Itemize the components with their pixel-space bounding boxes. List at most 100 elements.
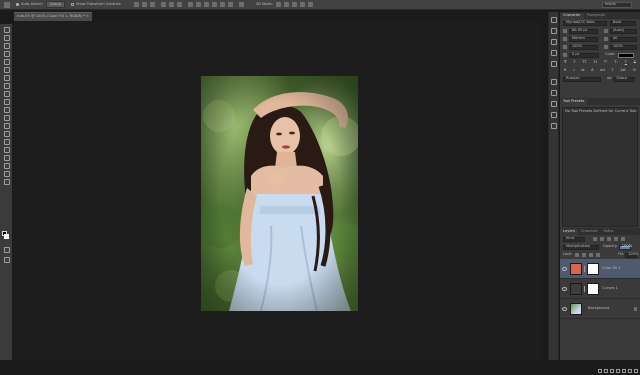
document-image[interactable] bbox=[201, 76, 358, 311]
leading-field[interactable]: (Auto) bbox=[609, 28, 638, 34]
blur-tool-icon[interactable] bbox=[3, 122, 10, 129]
styles-panel-icon[interactable] bbox=[550, 79, 557, 85]
swash-button[interactable]: A bbox=[591, 69, 593, 73]
tool-presets-list[interactable]: No Tool Presets Defined for Current Tool… bbox=[562, 107, 638, 227]
mask-link-icon[interactable] bbox=[584, 285, 586, 292]
layer-filter-kind[interactable]: Kind bbox=[563, 236, 585, 242]
document-tab[interactable]: tuts-05 @ 100% (Color Fill 1, RGB/8) * × bbox=[14, 12, 92, 21]
path-select-tool-icon[interactable] bbox=[3, 154, 10, 161]
all-caps-button[interactable]: TT bbox=[582, 61, 586, 65]
tab-tool-presets[interactable]: Tool Presets bbox=[560, 99, 588, 105]
visibility-eye-icon[interactable] bbox=[562, 266, 567, 271]
tracking-field[interactable]: 40 bbox=[609, 36, 638, 42]
crop-tool-icon[interactable] bbox=[3, 58, 10, 65]
distribute-middle-icon[interactable] bbox=[195, 2, 201, 7]
align-bottom-icon[interactable] bbox=[149, 2, 155, 7]
filter-shape-icon[interactable] bbox=[614, 237, 618, 241]
layer-name[interactable]: Color Fill 1 bbox=[602, 266, 621, 271]
align-center-icon[interactable] bbox=[168, 2, 174, 7]
lock-all-icon[interactable] bbox=[596, 253, 601, 257]
move-tool-icon[interactable] bbox=[3, 26, 10, 33]
add-mask-icon[interactable] bbox=[610, 369, 614, 373]
ordinals-button[interactable]: 1st bbox=[620, 69, 626, 73]
eraser-tool-icon[interactable] bbox=[3, 106, 10, 113]
align-right-icon[interactable] bbox=[176, 2, 182, 7]
align-left-icon[interactable] bbox=[160, 2, 166, 7]
fill-field[interactable]: 100% bbox=[625, 252, 638, 258]
titling-alternates-button[interactable]: T bbox=[611, 69, 613, 73]
background-color-swatch[interactable] bbox=[4, 234, 9, 239]
eyedropper-tool-icon[interactable] bbox=[3, 66, 10, 73]
contextual-alternates-button[interactable]: ℴ bbox=[573, 69, 575, 73]
subscript-button[interactable]: T₁ bbox=[614, 61, 618, 65]
distribute-center-icon[interactable] bbox=[219, 2, 225, 7]
new-group-icon[interactable] bbox=[622, 369, 626, 373]
3d-slide-icon[interactable] bbox=[299, 2, 305, 7]
filter-type-icon[interactable] bbox=[607, 237, 611, 241]
brush-panel-icon[interactable] bbox=[550, 90, 557, 96]
new-layer-icon[interactable] bbox=[628, 369, 632, 373]
underline-button[interactable]: T bbox=[625, 61, 627, 65]
font-family-select[interactable]: Myriad/LTC Bold bbox=[563, 20, 607, 26]
font-style-select[interactable]: Bold bbox=[610, 20, 636, 26]
actions-panel-icon[interactable] bbox=[550, 123, 557, 129]
visibility-eye-icon[interactable] bbox=[562, 286, 567, 291]
3d-rotate-icon[interactable] bbox=[275, 2, 281, 7]
font-size-field[interactable]: 80.09 pt bbox=[568, 28, 598, 34]
brush-tool-icon[interactable] bbox=[3, 82, 10, 89]
properties-panel-icon[interactable] bbox=[550, 28, 557, 34]
workspace-select[interactable]: Inkpix bbox=[602, 2, 632, 8]
strikethrough-button[interactable]: T bbox=[634, 61, 636, 65]
layer-row-background[interactable]: Background bbox=[560, 299, 640, 319]
distribute-left-icon[interactable] bbox=[211, 2, 217, 7]
history-panel-icon[interactable] bbox=[550, 17, 557, 23]
clone-source-panel-icon[interactable] bbox=[550, 112, 557, 118]
kerning-field[interactable]: Metrics bbox=[568, 36, 598, 42]
align-top-icon[interactable] bbox=[133, 2, 139, 7]
distribute-bottom-icon[interactable] bbox=[203, 2, 209, 7]
3d-scale-icon[interactable] bbox=[307, 2, 313, 7]
blend-mode-select[interactable]: Multiplication bbox=[563, 244, 599, 250]
vertical-scale-field[interactable]: 100% bbox=[568, 44, 598, 50]
screen-mode-icon[interactable] bbox=[3, 256, 10, 263]
distribute-top-icon[interactable] bbox=[187, 2, 193, 7]
lock-transparent-icon[interactable] bbox=[575, 253, 580, 257]
shape-tool-icon[interactable] bbox=[3, 162, 10, 169]
align-middle-icon[interactable] bbox=[141, 2, 147, 7]
layer-row-color-fill[interactable]: Color Fill 1 bbox=[560, 259, 640, 279]
layer-mask-thumbnail[interactable] bbox=[587, 262, 599, 275]
delete-layer-icon[interactable] bbox=[634, 369, 638, 373]
language-select[interactable]: Russian bbox=[563, 76, 601, 82]
lasso-tool-icon[interactable] bbox=[3, 42, 10, 49]
distribute-right-icon[interactable] bbox=[227, 2, 233, 7]
tab-channels[interactable]: Channels bbox=[578, 229, 601, 235]
quick-select-tool-icon[interactable] bbox=[3, 50, 10, 57]
color-panel-icon[interactable] bbox=[550, 50, 557, 56]
text-color-swatch[interactable] bbox=[617, 52, 634, 58]
clone-stamp-tool-icon[interactable] bbox=[3, 90, 10, 97]
ligatures-button[interactable]: fi bbox=[564, 69, 566, 73]
visibility-eye-icon[interactable] bbox=[562, 306, 567, 311]
filter-pixel-icon[interactable] bbox=[593, 237, 597, 241]
zoom-tool-icon[interactable] bbox=[3, 178, 10, 185]
anti-alias-select[interactable]: Sharp bbox=[613, 76, 636, 82]
brush-presets-panel-icon[interactable] bbox=[550, 101, 557, 107]
filter-adjustment-icon[interactable] bbox=[600, 237, 604, 241]
3d-roll-icon[interactable] bbox=[283, 2, 289, 7]
faux-italic-button[interactable]: T bbox=[573, 61, 575, 65]
healing-brush-tool-icon[interactable] bbox=[3, 74, 10, 81]
layer-row-curves[interactable]: Curves 1 bbox=[560, 279, 640, 299]
layer-mask-thumbnail[interactable] bbox=[587, 282, 599, 295]
tab-paths[interactable]: Paths bbox=[601, 229, 617, 235]
auto-select-dropdown[interactable]: Group bbox=[46, 0, 65, 9]
move-tool-icon[interactable] bbox=[4, 1, 10, 8]
tab-layers[interactable]: Layers bbox=[560, 229, 578, 235]
marquee-tool-icon[interactable] bbox=[3, 34, 10, 41]
layer-name[interactable]: Curves 1 bbox=[602, 286, 618, 291]
3d-pan-icon[interactable] bbox=[291, 2, 297, 7]
discretionary-ligatures-button[interactable]: st bbox=[581, 69, 584, 73]
history-brush-tool-icon[interactable] bbox=[3, 98, 10, 105]
lock-position-icon[interactable] bbox=[589, 253, 594, 257]
tab-character[interactable]: Character bbox=[560, 13, 584, 19]
swatches-panel-icon[interactable] bbox=[550, 61, 557, 67]
